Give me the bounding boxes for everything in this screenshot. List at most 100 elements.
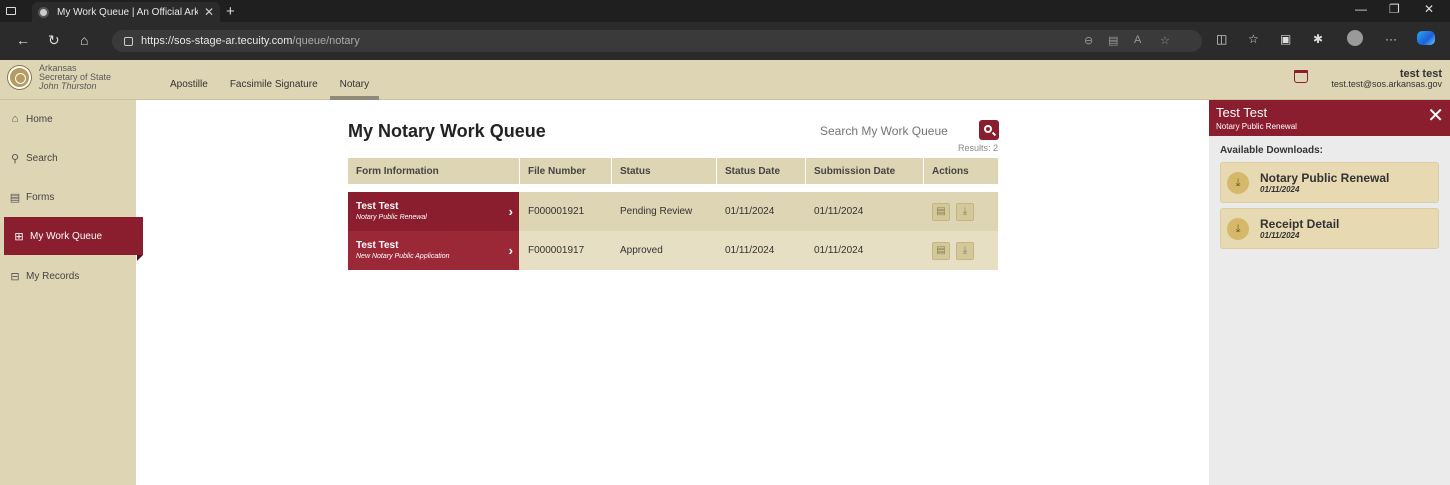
work-queue-table: Form Information File Number Status Stat… [348,158,998,270]
sidebar-item-home[interactable]: ⌂ Home [0,100,136,138]
sidebar-item-my-work-queue[interactable]: ⊞ My Work Queue [4,217,143,261]
file-number: F000001921 [528,206,585,217]
refresh-icon[interactable]: ↻ [48,32,60,49]
site-favicon-icon [38,6,49,18]
cart-icon[interactable] [1294,70,1308,83]
table-row[interactable]: Test Test New Notary Public Application … [348,231,998,270]
download-icon: ⤓ [1227,218,1249,240]
restore-icon[interactable]: ❐ [1389,2,1400,16]
detail-panel: Test Test Notary Public Renewal ✕ Availa… [1209,100,1450,485]
search-button[interactable] [979,120,999,140]
browser-tab-bar: My Work Queue | An Official Ark ✕ + — ❐ … [0,0,1450,22]
favorite-star-icon[interactable]: ☆ [1160,34,1170,47]
download-date: 01/11/2024 [1260,185,1300,194]
tab-close-icon[interactable]: ✕ [204,5,214,19]
sidebar-item-label: Forms [26,191,55,203]
download-name: Receipt Detail [1260,217,1340,231]
status: Approved [620,245,663,256]
form-info-cell[interactable]: Test Test Notary Public Renewal › [348,192,519,231]
home-browser-icon[interactable]: ⌂ [80,32,88,48]
sidebar-item-forms[interactable]: ▤ Forms [0,178,136,216]
sidebar-item-my-records[interactable]: ⊟ My Records [0,257,136,295]
search-input[interactable] [812,120,972,142]
panel-subtitle: Notary Public Renewal [1216,122,1297,131]
view-details-icon[interactable]: ▤ [932,202,950,221]
file-number: F000001917 [528,245,585,256]
page-title: My Notary Work Queue [348,121,546,141]
tab-title: My Work Queue | An Official Ark [57,6,198,18]
download-card[interactable]: ⤓ Notary Public Renewal 01/11/2024 [1220,162,1439,203]
submission-date: 01/11/2024 [814,245,864,256]
nav-apostille[interactable]: Apostille [160,60,218,100]
sidebar-item-label: Search [26,152,58,164]
form-type: New Notary Public Application [356,252,450,260]
panel-header: Test Test Notary Public Renewal ✕ [1209,100,1450,136]
work-queue-search [812,120,972,142]
sidebar-item-search[interactable]: ⚲ Search [0,139,136,177]
split-screen-icon[interactable]: ◫ [1216,32,1227,46]
table-row[interactable]: Test Test Notary Public Renewal › F00000… [348,192,998,231]
actions-cell: ▤ ⤓ [923,231,998,270]
form-type: Notary Public Renewal [356,213,427,221]
extensions-icon[interactable]: ✱ [1313,32,1323,46]
records-icon: ⊟ [10,270,20,283]
top-nav: Apostille Facsimile Signature Notary [160,60,381,100]
nav-notary[interactable]: Notary [329,60,380,100]
column-header: Actions [923,158,998,184]
browser-tab[interactable]: My Work Queue | An Official Ark ✕ [32,2,220,22]
app-header: Arkansas Secretary of State John Thursto… [0,60,1450,100]
logo-text: Arkansas Secretary of State John Thursto… [39,64,111,91]
download-icon[interactable]: ⤓ [956,202,974,221]
search-icon [984,125,992,133]
url-field[interactable]: https://sos-stage-ar.tecuity.com/queue/n… [112,30,1202,52]
download-icon: ⤓ [1227,172,1249,194]
table-header: Form Information File Number Status Stat… [348,158,998,184]
url-host: https://sos-stage-ar.tecuity.com [141,35,293,47]
downloads-heading: Available Downloads: [1220,145,1323,156]
logo-line-name: John Thurston [39,81,97,91]
download-icon[interactable]: ⤓ [956,241,974,260]
view-details-icon[interactable]: ▤ [932,241,950,260]
home-icon: ⌂ [11,113,19,125]
sidebar-toggle-icon[interactable] [0,0,22,22]
favorites-icon[interactable]: ☆ [1248,32,1259,46]
read-aloud-icon[interactable]: A [1134,34,1141,46]
column-header: Form Information [356,165,439,177]
work-queue-icon: ⊞ [14,230,24,243]
new-tab-icon[interactable]: + [226,3,235,20]
status-date: 01/11/2024 [725,245,775,256]
chevron-right-icon: › [508,243,513,258]
results-count: Results: 2 [957,143,998,153]
download-date: 01/11/2024 [1260,231,1300,240]
applicant-name: Test Test [356,239,399,251]
status: Pending Review [620,206,693,217]
nav-facsimile-signature[interactable]: Facsimile Signature [220,60,328,100]
url-path: /queue/notary [292,35,360,47]
close-icon[interactable]: ✕ [1427,106,1444,126]
download-name: Notary Public Renewal [1260,171,1390,185]
back-icon[interactable]: ← [16,32,30,48]
minimize-icon[interactable]: — [1355,2,1367,16]
form-info-cell[interactable]: Test Test New Notary Public Application … [348,231,519,270]
reader-view-icon[interactable]: ▤ [1108,34,1118,47]
sidebar-item-label: My Records [26,270,80,282]
actions-cell: ▤ ⤓ [923,192,998,231]
zoom-icon[interactable]: ⊖ [1084,34,1093,47]
window-close-icon[interactable]: ✕ [1424,2,1434,16]
status-date: 01/11/2024 [725,206,775,217]
panel-title: Test Test [1216,105,1268,120]
applicant-name: Test Test [356,200,399,212]
sidebar-item-label: Home [26,113,53,125]
site-info-icon[interactable] [124,36,133,46]
submission-date: 01/11/2024 [814,206,864,217]
column-header: Submission Date [805,158,923,184]
copilot-icon[interactable] [1417,31,1435,45]
more-menu-icon[interactable]: ··· [1385,32,1397,46]
download-card[interactable]: ⤓ Receipt Detail 01/11/2024 [1220,208,1439,249]
search-icon: ⚲ [10,152,20,165]
collections-icon[interactable]: ▣ [1280,32,1291,46]
profile-avatar[interactable] [1347,30,1363,46]
sidebar-item-label: My Work Queue [30,230,103,242]
state-seal-logo[interactable] [8,66,31,89]
browser-address-bar: ← ↻ ⌂ https://sos-stage-ar.tecuity.com/q… [0,22,1450,60]
